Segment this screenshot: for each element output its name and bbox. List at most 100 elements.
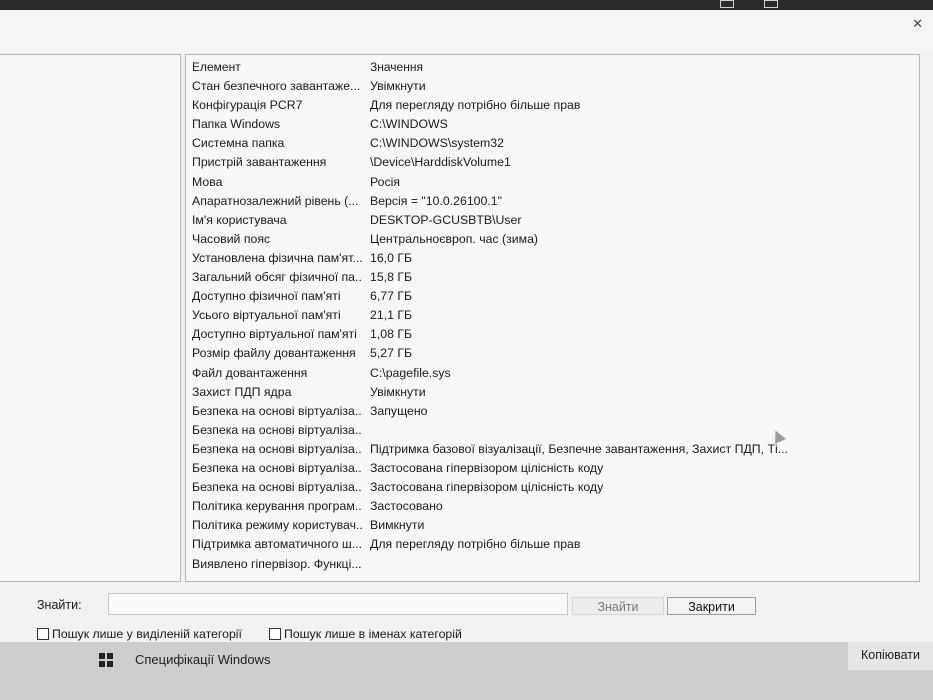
row-element-cell: Ім'я користувача xyxy=(192,212,287,227)
row-value-cell: \Device\HarddiskVolume1 xyxy=(370,155,511,170)
table-row[interactable]: Установлена фізична пам'ят... 16,0 ГБ xyxy=(186,249,919,268)
table-row[interactable]: Безпека на основі віртуаліза... Підтримка… xyxy=(186,440,919,459)
row-element-cell: Папка Windows xyxy=(192,117,281,132)
row-value-cell: 6,77 ГБ xyxy=(370,289,413,304)
table-row[interactable]: Політика режиму користувач... Вимкнути xyxy=(186,516,919,535)
find-button[interactable]: Знайти xyxy=(572,597,664,615)
table-header: Елемент Значення xyxy=(186,58,919,77)
row-element-cell: Захист ПДП ядра xyxy=(192,384,292,399)
find-input[interactable] xyxy=(108,593,568,615)
table-row[interactable]: Безпека на основі віртуаліза... xyxy=(186,421,919,440)
search-selected-category-checkbox[interactable]: Пошук лише у виділеній категорії xyxy=(37,627,242,641)
table-row[interactable]: Доступно віртуальної пам'яті 1,08 ГБ xyxy=(186,325,919,344)
row-element-cell: Безпека на основі віртуаліза... xyxy=(192,441,362,456)
row-element-cell: Конфігурація PCR7 xyxy=(192,98,303,113)
row-element-cell: Підтримка автоматичного ш... xyxy=(192,537,362,552)
checkbox-label: Пошук лише у виділеній категорії xyxy=(52,627,242,641)
row-value-cell: Застосовано xyxy=(370,499,443,514)
close-icon[interactable]: ✕ xyxy=(912,16,923,32)
row-element-cell: Безпека на основі віртуаліза... xyxy=(192,403,362,418)
search-category-names-checkbox[interactable]: Пошук лише в іменах категорій xyxy=(269,627,462,641)
table-row[interactable]: Виявлено гіпервізор. Функці... xyxy=(186,555,919,574)
table-row[interactable]: Файл довантаження C:\pagefile.sys xyxy=(186,364,919,383)
table-row[interactable]: Безпека на основі віртуаліза... Запущено xyxy=(186,402,919,421)
table-row[interactable]: Апаратнозалежний рівень (... Версія = "10… xyxy=(186,192,919,211)
row-element-cell: Безпека на основі віртуаліза... xyxy=(192,461,362,475)
row-element-cell: Розмір файлу довантаження xyxy=(192,346,356,361)
table-row[interactable]: Безпека на основі віртуаліза... Застосова… xyxy=(186,459,919,478)
windows-logo-icon xyxy=(99,653,113,667)
find-label: Знайти: xyxy=(37,598,82,612)
row-element-cell: Усього віртуальної пам'яті xyxy=(192,308,341,323)
table-row[interactable]: Стан безпечного завантаже... Увімкнути xyxy=(186,77,919,96)
checkbox-label: Пошук лише в іменах категорій xyxy=(284,627,462,641)
row-element-cell: Часовий пояс xyxy=(192,231,271,246)
row-element-cell: Установлена фізична пам'ят... xyxy=(192,250,362,265)
system-information-window: ✕ Елемент Значення Стан безпечного заван… xyxy=(0,10,933,642)
row-value-cell: 1,08 ГБ xyxy=(370,327,413,342)
row-element-cell: Політика режиму користувач... xyxy=(192,518,362,533)
table-row[interactable]: Папка Windows C:\WINDOWS xyxy=(186,115,919,134)
table-row[interactable]: Політика керування програм... Застосовано xyxy=(186,497,919,516)
row-value-cell: 16,0 ГБ xyxy=(370,250,413,265)
row-value-cell: Запущено xyxy=(370,403,428,418)
table-row[interactable]: Часовий пояс Центральноєвроп. час (зима) xyxy=(186,230,919,249)
row-value-cell: Увімкнути xyxy=(370,384,426,399)
table-row[interactable]: Безпека на основі віртуаліза... Застосова… xyxy=(186,478,919,497)
row-element-cell: Файл довантаження xyxy=(192,365,308,380)
row-element-cell: Пристрій завантаження xyxy=(192,155,327,170)
row-value-cell: C:\WINDOWS\system32 xyxy=(370,136,504,151)
row-value-cell: Для перегляду потрібно більше прав xyxy=(370,537,581,552)
details-table[interactable]: Елемент Значення Стан безпечного заванта… xyxy=(185,54,920,582)
top-bar xyxy=(0,0,933,10)
row-value-cell: C:\WINDOWS xyxy=(370,117,448,132)
row-element-cell: Політика керування програм... xyxy=(192,499,362,514)
table-row[interactable]: Захист ПДП ядра Увімкнути xyxy=(186,383,919,402)
row-element-cell: Безпека на основі віртуаліза... xyxy=(192,422,362,437)
row-element-cell: Апаратнозалежний рівень (... xyxy=(192,193,359,208)
column-header-value[interactable]: Значення xyxy=(370,58,915,77)
row-value-cell: Підтримка базової візуалізації, Безпечне… xyxy=(370,441,788,456)
checkbox-box[interactable] xyxy=(37,628,49,640)
table-row[interactable]: Підтримка автоматичного ш... Для перегляд… xyxy=(186,535,919,554)
row-value-cell: 5,27 ГБ xyxy=(370,346,413,361)
row-element-cell: Мова xyxy=(192,174,223,189)
table-row[interactable]: Системна папка C:\WINDOWS\system32 xyxy=(186,134,919,153)
row-value-cell: Вимкнути xyxy=(370,518,425,533)
table-row[interactable]: Розмір файлу довантаження 5,27 ГБ xyxy=(186,344,919,363)
windows-specifications-label: Специфікації Windows xyxy=(135,652,271,667)
row-value-cell: C:\pagefile.sys xyxy=(370,365,451,380)
row-value-cell: 15,8 ГБ xyxy=(370,270,413,284)
find-bar: Знайти: Знайти Закрити Пошук лише у виді… xyxy=(0,584,933,641)
row-element-cell: Доступно віртуальної пам'яті xyxy=(192,327,357,342)
category-tree-pane[interactable] xyxy=(0,54,181,582)
row-element-cell: Безпека на основі віртуаліза... xyxy=(192,480,362,495)
table-row[interactable]: Мова Росія xyxy=(186,173,919,192)
table-row[interactable]: Доступно фізичної пам'яті 6,77 ГБ xyxy=(186,287,919,306)
row-element-cell: Загальний обсяг фізичної па... xyxy=(192,270,362,284)
row-element-cell: Доступно фізичної пам'яті xyxy=(192,289,341,304)
row-value-cell: DESKTOP-GCUSBTB\User xyxy=(370,212,522,227)
table-row[interactable]: Усього віртуальної пам'яті 21,1 ГБ xyxy=(186,306,919,325)
window-control-icon[interactable] xyxy=(764,0,778,8)
table-row[interactable]: Загальний обсяг фізичної па... 15,8 ГБ xyxy=(186,268,919,287)
column-header-element[interactable]: Елемент xyxy=(192,58,362,77)
window-control-icon[interactable] xyxy=(720,0,734,8)
table-row[interactable]: Конфігурація PCR7 Для перегляду потрібно … xyxy=(186,96,919,115)
row-value-cell: Увімкнути xyxy=(370,79,426,93)
row-value-cell: Застосована гіпервізором цілісність коду xyxy=(370,461,604,475)
close-button[interactable]: Закрити xyxy=(667,597,756,615)
row-value-cell: Застосована гіпервізором цілісність коду xyxy=(370,480,604,495)
row-element-cell: Системна папка xyxy=(192,136,285,151)
row-element-cell: Стан безпечного завантаже... xyxy=(192,79,361,93)
row-value-cell: Центральноєвроп. час (зима) xyxy=(370,231,539,246)
copy-button[interactable]: Копіювати xyxy=(848,642,933,670)
row-element-cell: Виявлено гіпервізор. Функці... xyxy=(192,556,362,571)
checkbox-box[interactable] xyxy=(269,628,281,640)
background-settings-bar: Специфікації Windows Копіювати xyxy=(0,642,933,700)
row-value-cell: Версія = "10.0.26100.1" xyxy=(370,193,502,208)
window-header: ✕ xyxy=(0,10,933,52)
row-value-cell: Росія xyxy=(370,174,401,189)
table-row[interactable]: Пристрій завантаження \Device\HarddiskVol… xyxy=(186,153,919,172)
table-row[interactable]: Ім'я користувача DESKTOP-GCUSBTB\User xyxy=(186,211,919,230)
